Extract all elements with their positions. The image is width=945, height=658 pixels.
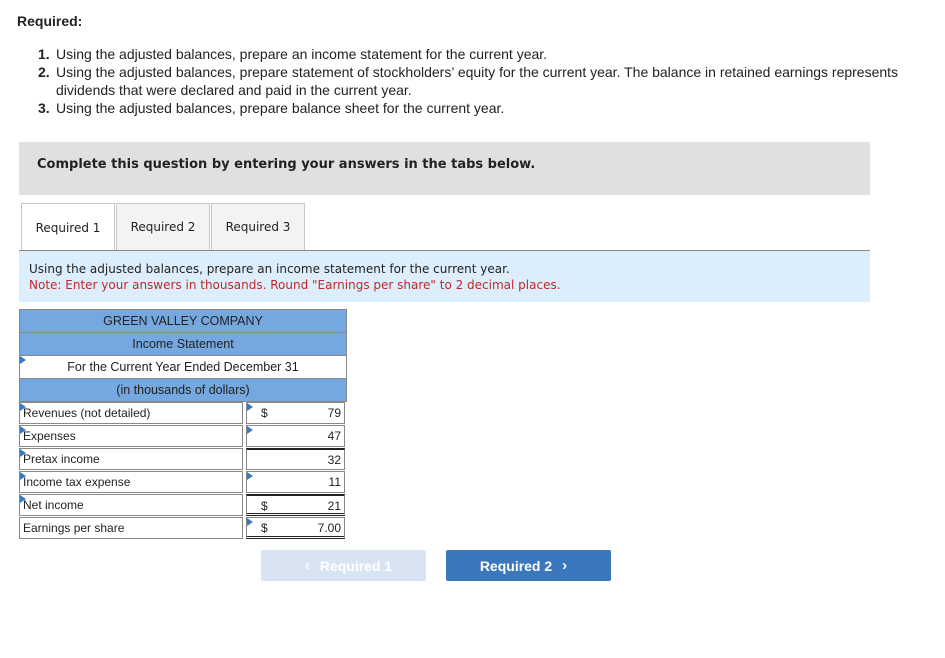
- row-label: Revenues (not detailed): [23, 406, 151, 420]
- row-value-input[interactable]: 32: [246, 448, 345, 470]
- dropdown-marker-icon: [20, 449, 26, 457]
- row-value: 11: [328, 475, 341, 489]
- statement-row-eps: Earnings per share $7.00: [19, 517, 347, 540]
- chevron-left-icon: ‹: [304, 557, 310, 574]
- instructions-banner: Complete this question by entering your …: [19, 142, 870, 195]
- statement-units: (in thousands of dollars): [19, 378, 347, 402]
- item-number: 1.: [38, 46, 50, 62]
- row-value-input[interactable]: $79: [246, 402, 345, 424]
- tab-required-1[interactable]: Required 1: [21, 203, 115, 252]
- dropdown-marker-icon: [20, 426, 26, 434]
- input-marker-icon: [247, 518, 253, 526]
- income-statement: GREEN VALLEY COMPANY Income Statement Fo…: [19, 309, 347, 540]
- input-marker-icon: [247, 403, 253, 411]
- required-list: 1. Using the adjusted balances, prepare …: [38, 45, 938, 117]
- row-label-select[interactable]: Pretax income: [19, 448, 243, 470]
- currency-symbol: $: [261, 406, 268, 420]
- row-value: 32: [327, 453, 341, 467]
- dropdown-marker-icon: [20, 495, 26, 503]
- instruction-text: Using the adjusted balances, prepare an …: [29, 262, 510, 276]
- row-label-select[interactable]: Income tax expense: [19, 471, 243, 493]
- item-number: 2.: [38, 64, 50, 80]
- required-item-1: 1. Using the adjusted balances, prepare …: [38, 45, 938, 63]
- banner-text: Complete this question by entering your …: [37, 157, 536, 172]
- row-label: Expenses: [23, 429, 76, 443]
- tab-required-2[interactable]: Required 2: [116, 203, 210, 250]
- dropdown-marker-icon: [20, 403, 26, 411]
- required-heading: Required:: [17, 13, 83, 29]
- row-value-input[interactable]: 47: [246, 425, 345, 447]
- item-text: Using the adjusted balances, prepare an …: [56, 46, 548, 62]
- row-label-select[interactable]: Revenues (not detailed): [19, 402, 243, 424]
- row-label: Net income: [23, 498, 84, 512]
- row-value: 7.00: [317, 521, 341, 535]
- period-text: For the Current Year Ended December 31: [67, 360, 299, 374]
- next-button-label: Required 2: [479, 557, 553, 574]
- row-value: 47: [327, 429, 341, 443]
- next-required-button[interactable]: Required 2 ›: [446, 550, 611, 581]
- statement-row-expenses: Expenses 47: [19, 425, 347, 448]
- row-value-input[interactable]: 11: [246, 471, 345, 493]
- statement-row-income-tax: Income tax expense 11: [19, 471, 347, 494]
- row-label: Income tax expense: [23, 475, 131, 489]
- row-label-select[interactable]: Net income: [19, 494, 243, 516]
- instruction-note: Note: Enter your answers in thousands. R…: [29, 278, 561, 292]
- prev-button-label: Required 1: [319, 557, 393, 574]
- input-marker-icon: [247, 472, 253, 480]
- tab-required-3[interactable]: Required 3: [211, 203, 305, 250]
- currency-symbol: $: [261, 499, 268, 513]
- dropdown-marker-icon: [20, 356, 26, 364]
- row-label-text: Earnings per share: [23, 521, 125, 535]
- item-number: 3.: [38, 100, 50, 116]
- row-label-select[interactable]: Expenses: [19, 425, 243, 447]
- required-item-3: 3. Using the adjusted balances, prepare …: [38, 99, 938, 117]
- row-label: Pretax income: [23, 452, 100, 466]
- item-text: Using the adjusted balances, prepare sta…: [56, 64, 899, 98]
- chevron-right-icon: ›: [562, 557, 568, 574]
- statement-row-revenues: Revenues (not detailed) $79: [19, 402, 347, 425]
- row-value-input[interactable]: $7.00: [246, 517, 345, 539]
- tab-instructions: Using the adjusted balances, prepare an …: [19, 251, 870, 302]
- row-value: 79: [327, 406, 341, 420]
- input-marker-icon: [247, 426, 253, 434]
- item-text: Using the adjusted balances, prepare bal…: [56, 100, 505, 116]
- currency-symbol: $: [261, 521, 268, 535]
- prev-required-button[interactable]: ‹ Required 1: [261, 550, 426, 581]
- statement-period[interactable]: For the Current Year Ended December 31: [19, 355, 347, 378]
- row-value-input[interactable]: $21: [246, 494, 345, 516]
- row-label: Earnings per share: [19, 517, 243, 539]
- dropdown-marker-icon: [20, 472, 26, 480]
- row-value: 21: [327, 499, 341, 513]
- company-name: GREEN VALLEY COMPANY: [19, 309, 347, 332]
- statement-row-net-income: Net income $21: [19, 494, 347, 517]
- statement-title: Income Statement: [19, 332, 347, 355]
- statement-row-pretax-income: Pretax income 32: [19, 448, 347, 471]
- required-item-2: 2. Using the adjusted balances, prepare …: [38, 63, 938, 99]
